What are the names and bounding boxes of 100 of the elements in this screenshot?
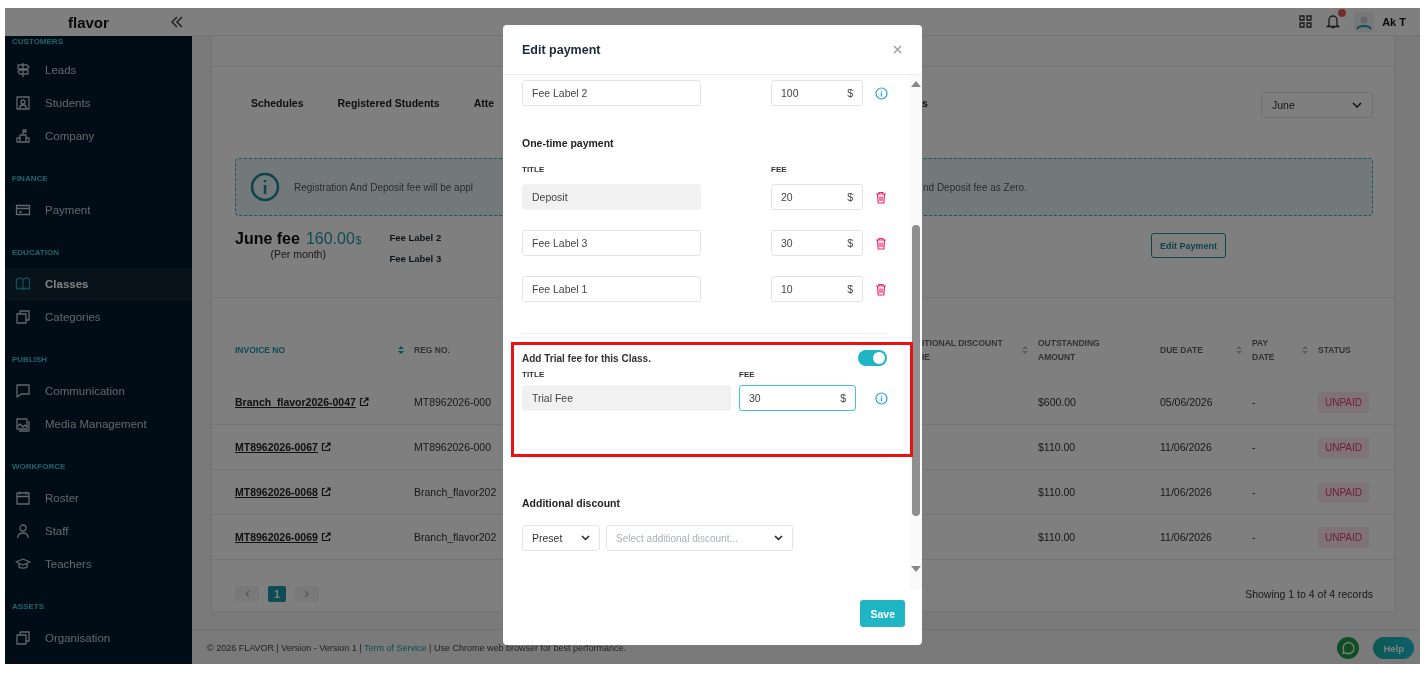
table-cell: 11/06/2026 (1160, 531, 1212, 543)
user-name[interactable]: Ak T (1382, 15, 1406, 28)
discount-select[interactable]: Select additional discount... (606, 525, 793, 551)
month-select[interactable]: June (1261, 92, 1373, 118)
fee-period: (Per month) (270, 248, 326, 260)
sidebar-item[interactable]: Payment (5, 193, 192, 227)
bell-icon[interactable] (1326, 14, 1341, 29)
preset-select[interactable]: Preset (522, 525, 600, 551)
trash-icon[interactable] (875, 282, 887, 296)
sort-icon[interactable] (1236, 345, 1242, 355)
table-cell: - (1252, 441, 1256, 453)
caret-icon (1352, 102, 1362, 108)
info-icon[interactable] (875, 86, 888, 100)
sort-icon[interactable] (1302, 345, 1308, 355)
tab[interactable]: Atte (473, 97, 495, 113)
external-link-icon[interactable] (320, 442, 331, 452)
tab[interactable]: s (922, 97, 928, 113)
apps-grid-icon[interactable] (1299, 15, 1313, 28)
fee-label: Fee Label 2 (389, 232, 442, 243)
field-label: TITLE (522, 370, 546, 379)
page-button[interactable]: 1 (268, 586, 286, 602)
signpost-icon (15, 62, 31, 78)
table-cell: $110.00 (1038, 441, 1076, 453)
field-label: FEE (771, 165, 787, 174)
currency: $ (355, 235, 362, 246)
column-header[interactable]: REG NO. (414, 343, 450, 357)
save-button[interactable]: Save (860, 600, 905, 627)
records-summary: Showing 1 to 4 of 4 records (1245, 588, 1373, 600)
invoice-link[interactable]: Branch_flavor2026-0047 (235, 396, 356, 408)
tab[interactable]: Schedules (251, 97, 304, 113)
table-cell: $110.00 (1038, 531, 1076, 543)
user-icon (15, 523, 31, 539)
sidebar-item[interactable]: Leads (5, 53, 192, 87)
sidebar-item[interactable]: Students (5, 86, 192, 120)
invoice-link[interactable]: MT8962026-0069 (235, 531, 318, 543)
table-cell: - (1252, 486, 1256, 498)
status-badge: UNPAID (1318, 481, 1370, 503)
sort-icon[interactable] (1022, 345, 1028, 355)
fee-field[interactable]: 30 $ (771, 230, 863, 256)
scroll-up-icon[interactable] (911, 80, 921, 87)
terms-link[interactable]: Term of Service (364, 643, 427, 653)
table-cell: 05/06/2026 (1160, 396, 1213, 408)
field-label: FEE (739, 370, 755, 379)
collapse-icon[interactable] (170, 16, 184, 28)
section-label: PUBLISH (11, 353, 49, 366)
column-header[interactable]: OUTSTANDING AMOUNT (1038, 336, 1100, 364)
fee-field[interactable]: 10 $ (771, 276, 863, 302)
caret-icon (581, 535, 590, 541)
building-icon (15, 128, 31, 144)
graduation-cap-icon (15, 556, 31, 572)
invoice-link[interactable]: MT8962026-0068 (235, 486, 318, 498)
avatar-icon[interactable] (1354, 11, 1375, 32)
column-header[interactable]: INVOICE NO (235, 343, 286, 357)
title-field[interactable]: Fee Label 2 (522, 80, 701, 106)
external-link-icon[interactable] (320, 532, 331, 542)
help-button[interactable]: Help (1373, 637, 1414, 659)
field-label: TITLE (522, 165, 546, 174)
table-cell: $110.00 (1038, 486, 1076, 498)
image-icon (15, 416, 31, 432)
status-badge: UNPAID (1318, 526, 1370, 548)
notice-text: Registration And Deposit fee will be appl (294, 181, 474, 193)
sidebar-item[interactable]: Staff (5, 514, 192, 548)
column-header[interactable]: DUE DATE (1160, 343, 1203, 357)
fee-field[interactable]: 30 $ (739, 385, 856, 411)
chat-icon (15, 383, 31, 399)
sidebar-item[interactable]: Teachers (5, 547, 192, 581)
sidebar-item[interactable]: Company (5, 119, 192, 153)
column-header[interactable]: ITIONAL DISCOUNT IE (922, 336, 1003, 364)
sidebar-item[interactable]: Classes (5, 267, 192, 301)
column-header[interactable]: PAY DATE (1252, 336, 1275, 364)
info-icon (250, 172, 280, 202)
sidebar-item[interactable]: Media Management (5, 407, 192, 441)
table-cell: Branch_flavor202 (414, 486, 497, 498)
sidebar-item[interactable]: Organisation (5, 621, 192, 655)
fee-field[interactable]: 100 $ (771, 80, 863, 106)
section-label: WORKFORCE (11, 460, 67, 473)
close-icon[interactable] (893, 45, 902, 54)
sidebar-item[interactable]: Roster (5, 481, 192, 515)
info-icon[interactable] (875, 391, 888, 405)
tab[interactable]: Registered Students (337, 97, 440, 113)
sort-icon[interactable] (398, 345, 404, 355)
scroll-down-icon[interactable] (911, 566, 921, 573)
chevron-right-icon (304, 590, 310, 598)
whatsapp-icon[interactable] (1337, 637, 1360, 659)
trash-icon[interactable] (875, 190, 887, 204)
scrollbar[interactable] (910, 75, 922, 590)
trash-icon[interactable] (875, 236, 887, 250)
external-link-icon[interactable] (320, 487, 331, 497)
table-cell: $600.00 (1038, 396, 1076, 408)
edit-payment-button[interactable]: Edit Payment (1151, 233, 1226, 258)
toggle-switch[interactable] (858, 350, 887, 366)
table-cell: - (1252, 396, 1256, 408)
title-field[interactable]: Fee Label 1 (522, 276, 701, 302)
invoice-link[interactable]: MT8962026-0067 (235, 441, 318, 453)
fee-label: Fee Label 3 (389, 253, 442, 264)
external-link-icon[interactable] (358, 397, 369, 407)
sidebar-item[interactable]: Communication (5, 374, 192, 408)
status-badge: UNPAID (1318, 436, 1370, 458)
column-header[interactable]: STATUS (1318, 343, 1351, 357)
title-field[interactable]: Fee Label 3 (522, 230, 701, 256)
